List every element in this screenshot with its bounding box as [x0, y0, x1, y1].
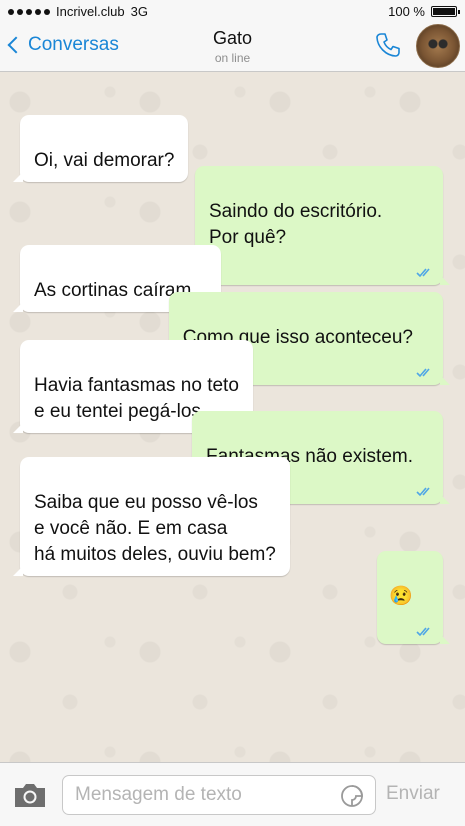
message-outgoing: 😢 — [377, 551, 450, 644]
message-text: Saindo do escritório. Por quê? — [209, 201, 383, 248]
read-receipt-icon — [416, 268, 430, 278]
read-receipt-icon — [416, 368, 430, 378]
sticker-icon[interactable] — [340, 784, 364, 808]
message-incoming: Saiba que eu posso vê-los e você não. E … — [13, 457, 290, 576]
back-label: Conversas — [28, 34, 119, 55]
message-text: Oi, vai demorar? — [34, 150, 175, 171]
contact-avatar[interactable] — [416, 24, 460, 68]
camera-icon[interactable] — [12, 781, 48, 809]
message-text: Saiba que eu posso vê-los e você não. E … — [34, 492, 276, 565]
network-type: 3G — [130, 4, 148, 19]
battery-icon — [431, 6, 460, 17]
read-receipt-icon — [416, 487, 430, 497]
chat-header: Gato on line Conversas — [0, 22, 465, 72]
status-left: Incrivel.club 3G — [8, 4, 148, 19]
battery-percent: 100 % — [388, 4, 425, 19]
message-outgoing: Saindo do escritório. Por quê? — [195, 166, 450, 285]
message-list[interactable]: Oi, vai demorar? Saindo do escritório. P… — [0, 72, 465, 762]
signal-strength-icon — [8, 8, 50, 15]
chevron-left-icon — [7, 36, 25, 54]
status-right: 100 % — [388, 4, 460, 19]
read-receipt-icon — [416, 627, 430, 637]
message-incoming: Oi, vai demorar? — [12, 115, 189, 182]
carrier-name: Incrivel.club — [56, 4, 125, 19]
send-button[interactable]: Enviar — [386, 783, 440, 805]
crying-emoji: 😢 — [389, 586, 413, 607]
message-composer: Enviar — [0, 762, 465, 826]
back-button[interactable]: Conversas — [7, 34, 119, 56]
phone-icon[interactable] — [373, 30, 403, 60]
message-input[interactable] — [62, 775, 376, 815]
status-bar: Incrivel.club 3G 100 % — [0, 0, 465, 22]
